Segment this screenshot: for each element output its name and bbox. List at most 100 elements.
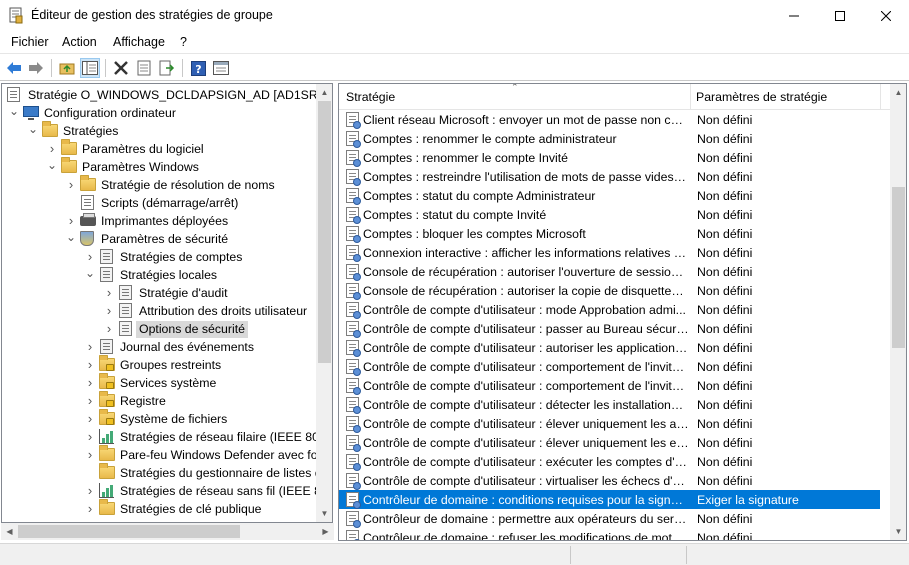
expand-chevron-icon[interactable]: › bbox=[85, 447, 95, 462]
tree-item[interactable]: ⌄ Stratégies bbox=[2, 121, 316, 140]
policy-row[interactable]: Comptes : renommer le compte Invité Non d… bbox=[339, 148, 880, 167]
policy-row[interactable]: Contrôle de compte d'utilisateur : compo… bbox=[339, 376, 880, 395]
collapse-chevron-icon[interactable]: ⌄ bbox=[28, 122, 38, 136]
list-vertical-scrollbar[interactable]: ▲ ▼ bbox=[890, 84, 906, 540]
tree-item[interactable]: › Imprimantes déployées bbox=[2, 212, 316, 230]
console-tree-button[interactable] bbox=[211, 58, 231, 78]
policy-row[interactable]: Comptes : statut du compte Invité Non déf… bbox=[339, 205, 880, 224]
policy-row[interactable]: Contrôle de compte d'utilisateur : autor… bbox=[339, 338, 880, 357]
tree-item[interactable]: › Journal des événements bbox=[2, 338, 316, 356]
scroll-up-icon[interactable]: ▲ bbox=[316, 84, 332, 101]
tree-item[interactable]: ⌄ Configuration ordinateur bbox=[2, 104, 316, 122]
expand-chevron-icon[interactable]: › bbox=[104, 285, 114, 300]
scrollbar-thumb[interactable] bbox=[18, 525, 240, 538]
policy-list-view[interactable]: ⌃ Stratégie Paramètres de stratégie Clie… bbox=[338, 83, 907, 541]
tree-item[interactable]: › Pare-feu Windows Defender avec fon bbox=[2, 445, 324, 464]
menu-fichier[interactable]: Fichier bbox=[11, 35, 49, 49]
tree-item[interactable]: Scripts (démarrage/arrêt) bbox=[2, 194, 316, 212]
tree-item[interactable]: › Services système bbox=[2, 373, 316, 392]
tree-item[interactable]: ⌄ Stratégies locales bbox=[2, 266, 316, 284]
expand-chevron-icon[interactable]: › bbox=[85, 411, 95, 426]
menu-help[interactable]: ? bbox=[180, 35, 187, 49]
expand-chevron-icon[interactable]: › bbox=[66, 177, 76, 192]
back-button[interactable] bbox=[4, 58, 24, 78]
policy-row[interactable]: Console de récupération : autoriser l'ou… bbox=[339, 262, 880, 281]
policy-row[interactable]: Comptes : renommer le compte administrat… bbox=[339, 129, 880, 148]
maximize-button[interactable] bbox=[817, 0, 863, 31]
tree-item[interactable]: › Système de fichiers bbox=[2, 409, 316, 428]
scrollbar-thumb[interactable] bbox=[318, 101, 331, 363]
scroll-up-icon[interactable]: ▲ bbox=[890, 84, 906, 101]
column-divider[interactable] bbox=[880, 84, 881, 110]
menu-action[interactable]: Action bbox=[62, 35, 97, 49]
collapse-chevron-icon[interactable]: ⌄ bbox=[47, 158, 57, 172]
collapse-chevron-icon[interactable]: ⌄ bbox=[9, 104, 19, 118]
column-header-setting[interactable]: Paramètres de stratégie bbox=[696, 90, 827, 104]
minimize-button[interactable] bbox=[771, 0, 817, 31]
tree-item[interactable]: › Stratégies de comptes bbox=[2, 248, 316, 266]
close-button[interactable] bbox=[863, 0, 909, 31]
tree-vertical-scrollbar[interactable]: ▲ ▼ bbox=[316, 84, 332, 522]
expand-chevron-icon[interactable]: › bbox=[85, 501, 95, 516]
tree-item[interactable]: › Options de sécurité bbox=[2, 320, 316, 338]
up-folder-button[interactable] bbox=[57, 58, 77, 78]
policy-row[interactable]: Contrôle de compte d'utilisateur : compo… bbox=[339, 357, 880, 376]
policy-row[interactable]: Client réseau Microsoft : envoyer un mot… bbox=[339, 110, 880, 129]
tree-horizontal-scrollbar[interactable]: ◀ ▶ bbox=[1, 523, 334, 540]
policy-row[interactable]: Contrôle de compte d'utilisateur : passe… bbox=[339, 319, 880, 338]
console-tree[interactable]: Stratégie O_WINDOWS_DCLDAPSIGN_AD [AD1SR… bbox=[1, 83, 333, 523]
tree-item[interactable]: › Groupes restreints bbox=[2, 355, 316, 374]
column-divider[interactable] bbox=[690, 84, 691, 110]
expand-chevron-icon[interactable]: › bbox=[104, 303, 114, 318]
collapse-chevron-icon[interactable]: ⌄ bbox=[66, 230, 76, 244]
expand-chevron-icon[interactable]: › bbox=[85, 249, 95, 264]
expand-chevron-icon[interactable]: › bbox=[85, 393, 95, 408]
policy-row[interactable]: Contrôle de compte d'utilisateur : exécu… bbox=[339, 452, 880, 471]
expand-chevron-icon[interactable]: › bbox=[85, 375, 95, 390]
tree-item[interactable]: › Stratégie de résolution de noms bbox=[2, 175, 316, 194]
expand-chevron-icon[interactable]: › bbox=[85, 483, 95, 498]
tree-item[interactable]: › Stratégies de réseau sans fil (IEEE 802… bbox=[2, 482, 332, 500]
tree-item[interactable]: › Stratégie d'audit bbox=[2, 284, 316, 302]
tree-item[interactable]: › Attribution des droits utilisateur bbox=[2, 302, 316, 320]
scrollbar-thumb[interactable] bbox=[892, 187, 905, 348]
policy-row[interactable]: Contrôleur de domaine : permettre aux op… bbox=[339, 509, 880, 528]
export-list-button[interactable] bbox=[157, 58, 177, 78]
policy-row[interactable]: Contrôle de compte d'utilisateur : virtu… bbox=[339, 471, 880, 490]
tree-item[interactable]: › Stratégies de réseau filaire (IEEE 802.… bbox=[2, 428, 332, 446]
scroll-down-icon[interactable]: ▼ bbox=[316, 505, 332, 522]
expand-chevron-icon[interactable]: › bbox=[85, 339, 95, 354]
scroll-right-icon[interactable]: ▶ bbox=[317, 523, 334, 540]
scroll-left-icon[interactable]: ◀ bbox=[1, 523, 18, 540]
policy-row[interactable]: Comptes : bloquer les comptes Microsoft N… bbox=[339, 224, 880, 243]
forward-button[interactable] bbox=[26, 58, 46, 78]
policy-row[interactable]: Contrôle de compte d'utilisateur : mode … bbox=[339, 300, 880, 319]
expand-chevron-icon[interactable]: › bbox=[104, 321, 114, 336]
tree-item[interactable]: › Stratégies de clé publique bbox=[2, 499, 316, 518]
policy-row[interactable]: Contrôle de compte d'utilisateur : détec… bbox=[339, 395, 880, 414]
policy-row[interactable]: Console de récupération : autoriser la c… bbox=[339, 281, 880, 300]
tree-item[interactable]: ⌄ Paramètres Windows bbox=[2, 157, 316, 176]
tree-item[interactable]: Stratégies du gestionnaire de listes de bbox=[2, 463, 329, 482]
help-button[interactable]: ? bbox=[188, 58, 208, 78]
policy-row[interactable]: Comptes : statut du compte Administrateu… bbox=[339, 186, 880, 205]
policy-row[interactable]: Contrôle de compte d'utilisateur : éleve… bbox=[339, 414, 880, 433]
show-hide-tree-button[interactable] bbox=[80, 58, 100, 78]
policy-row[interactable]: Contrôleur de domaine : refuser les modi… bbox=[339, 528, 880, 540]
policy-row[interactable]: Contrôleur de domaine : conditions requi… bbox=[339, 490, 880, 509]
tree-item[interactable]: › Registre bbox=[2, 391, 316, 410]
delete-button[interactable] bbox=[111, 58, 131, 78]
menu-affichage[interactable]: Affichage bbox=[113, 35, 165, 49]
column-header-policy[interactable]: Stratégie bbox=[346, 90, 395, 104]
policy-row[interactable]: Connexion interactive : afficher les inf… bbox=[339, 243, 880, 262]
tree-item[interactable]: ⌄ Paramètres de sécurité bbox=[2, 230, 316, 248]
policy-row[interactable]: Contrôle de compte d'utilisateur : éleve… bbox=[339, 433, 880, 452]
expand-chevron-icon[interactable]: › bbox=[85, 429, 95, 444]
expand-chevron-icon[interactable]: › bbox=[47, 141, 57, 156]
scroll-down-icon[interactable]: ▼ bbox=[890, 523, 906, 540]
properties-button[interactable] bbox=[134, 58, 154, 78]
policy-row[interactable]: Comptes : restreindre l'utilisation de m… bbox=[339, 167, 880, 186]
expand-chevron-icon[interactable]: › bbox=[66, 213, 76, 228]
tree-item[interactable]: › Paramètres du logiciel bbox=[2, 139, 316, 158]
expand-chevron-icon[interactable]: › bbox=[85, 357, 95, 372]
